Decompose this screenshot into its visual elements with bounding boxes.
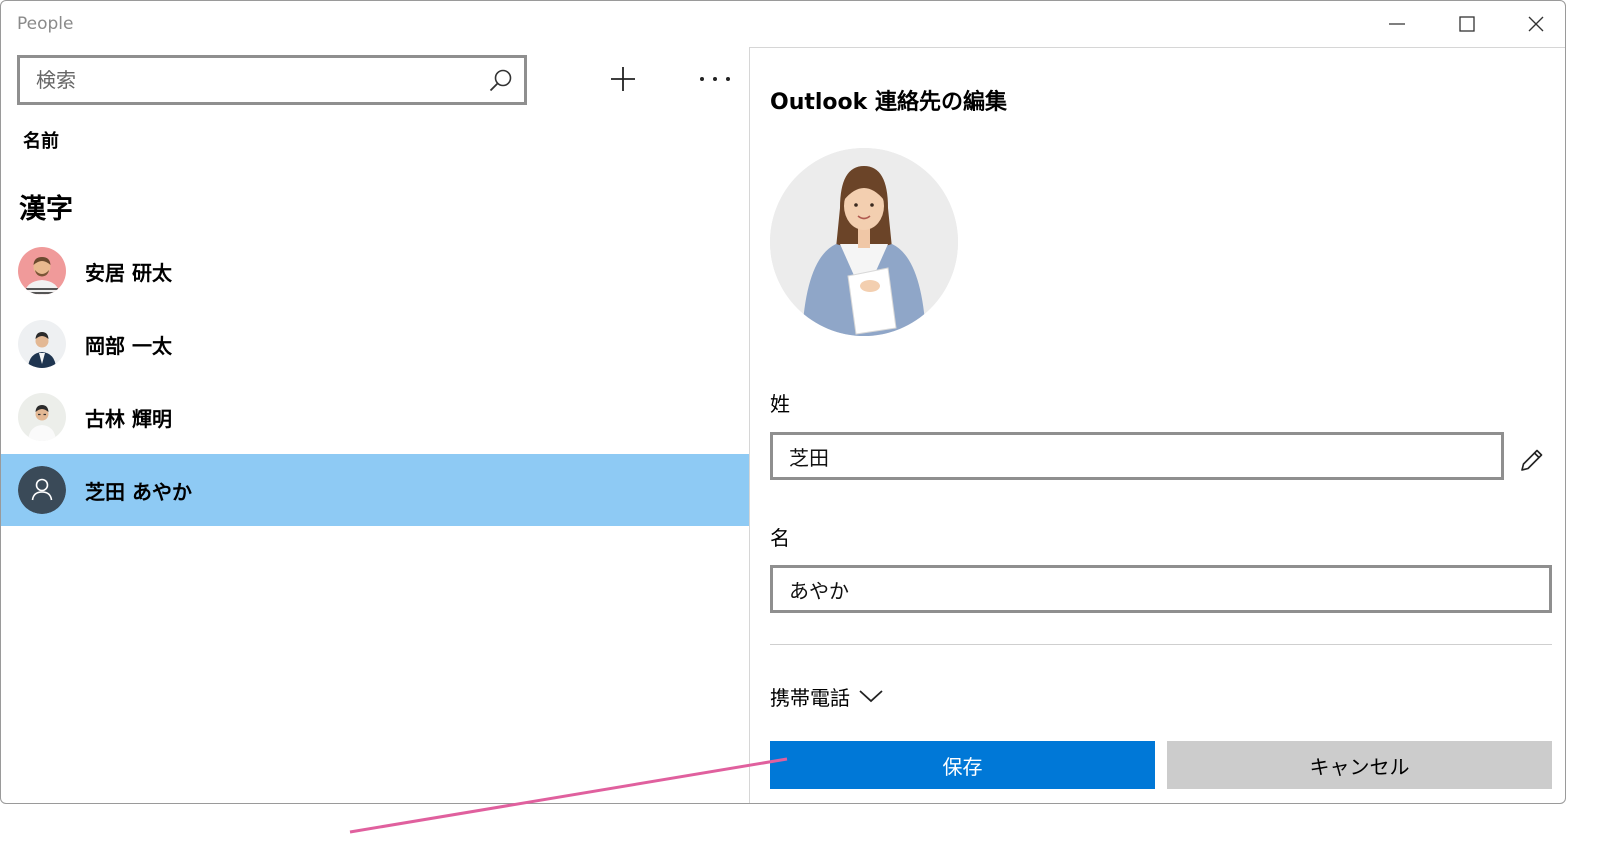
annotation-pointer xyxy=(349,757,788,834)
